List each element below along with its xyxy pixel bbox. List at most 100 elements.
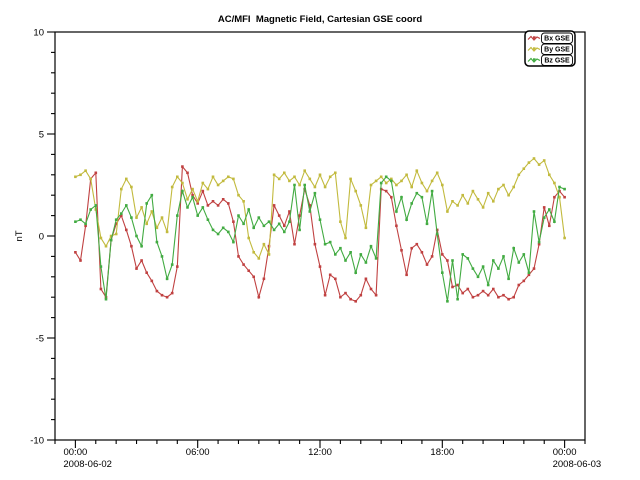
data-point-marker: [410, 247, 413, 250]
data-point-marker: [523, 253, 526, 256]
data-point-marker: [89, 208, 92, 211]
data-point-marker: [288, 220, 291, 223]
data-point-marker: [502, 294, 505, 297]
data-point-marker: [431, 255, 434, 258]
data-point-marker: [258, 257, 261, 260]
plot-box: [55, 32, 585, 440]
data-point-marker: [487, 294, 490, 297]
data-point-marker: [523, 280, 526, 283]
data-point-marker: [512, 186, 515, 189]
data-series: [74, 157, 566, 302]
data-point-marker: [400, 180, 403, 183]
data-point-marker: [426, 223, 429, 226]
data-point-marker: [548, 208, 551, 211]
data-point-marker: [344, 237, 347, 240]
data-point-marker: [89, 178, 92, 181]
bx-gse-markers: [74, 165, 566, 302]
data-point-marker: [232, 178, 235, 181]
data-point-marker: [497, 296, 500, 299]
data-point-marker: [324, 243, 327, 246]
data-point-marker: [151, 210, 154, 213]
data-point-marker: [502, 255, 505, 258]
data-point-marker: [467, 257, 470, 260]
data-point-marker: [95, 204, 98, 207]
data-point-marker: [492, 288, 495, 291]
data-point-marker: [477, 294, 480, 297]
data-point-marker: [222, 227, 225, 230]
data-point-marker: [212, 176, 215, 179]
data-point-marker: [518, 284, 521, 287]
data-point-marker: [196, 214, 199, 217]
data-point-marker: [451, 200, 454, 203]
data-point-marker: [176, 265, 179, 268]
data-point-marker: [497, 188, 500, 191]
data-point-marker: [212, 229, 215, 232]
data-point-marker: [390, 180, 393, 183]
y-tick-label: 10: [33, 28, 44, 39]
data-point-marker: [283, 231, 286, 234]
data-point-marker: [518, 261, 521, 264]
legend-marker-by-gse: [533, 47, 536, 50]
data-point-marker: [518, 174, 521, 177]
x-tick-label: 18:00: [430, 447, 454, 458]
data-point-marker: [446, 259, 449, 262]
data-point-marker: [130, 245, 133, 248]
x-tick-label: 00:00: [63, 447, 87, 458]
data-point-marker: [298, 214, 301, 217]
data-point-marker: [79, 218, 82, 221]
data-point-marker: [186, 206, 189, 209]
data-point-marker: [125, 178, 128, 181]
data-point-marker: [334, 278, 337, 281]
data-point-marker: [385, 182, 388, 185]
bx-gse-line: [75, 167, 564, 302]
data-point-marker: [538, 163, 541, 166]
magnetic-field-chart: AC/MFI Magnetic Field, Cartesian GSE coo…: [0, 0, 640, 480]
data-point-marker: [176, 214, 179, 217]
x-tick-label: 12:00: [308, 447, 332, 458]
data-point-marker: [115, 218, 118, 221]
data-point-marker: [74, 176, 77, 179]
data-point-marker: [543, 206, 546, 209]
bz-gse-markers: [74, 176, 566, 303]
data-point-marker: [477, 198, 480, 201]
data-point-marker: [166, 278, 169, 281]
data-point-marker: [227, 202, 230, 205]
data-point-marker: [268, 220, 271, 223]
data-point-marker: [553, 196, 556, 199]
chart-title: AC/MFI Magnetic Field, Cartesian GSE coo…: [218, 14, 422, 25]
x-date-label: 2008-06-03: [553, 459, 602, 470]
data-point-marker: [538, 241, 541, 244]
data-point-marker: [523, 167, 526, 170]
data-point-marker: [166, 231, 169, 234]
data-point-marker: [166, 296, 169, 299]
data-point-marker: [436, 172, 439, 175]
data-point-marker: [395, 210, 398, 213]
data-point-marker: [375, 257, 378, 260]
data-point-marker: [135, 216, 138, 219]
data-point-marker: [100, 237, 103, 240]
data-point-marker: [258, 216, 261, 219]
data-point-marker: [416, 243, 419, 246]
data-point-marker: [242, 223, 245, 226]
data-point-marker: [512, 247, 515, 250]
data-point-marker: [380, 182, 383, 185]
data-point-marker: [482, 265, 485, 268]
data-point-marker: [309, 210, 312, 213]
data-point-marker: [314, 192, 317, 195]
data-point-marker: [156, 241, 159, 244]
data-point-marker: [375, 294, 378, 297]
data-point-marker: [395, 184, 398, 187]
data-point-marker: [441, 253, 444, 256]
data-point-marker: [222, 198, 225, 201]
data-point-marker: [237, 214, 240, 217]
data-point-marker: [339, 296, 342, 299]
data-point-marker: [349, 298, 352, 301]
legend: Bx GSEBy GSEBz GSE: [525, 31, 575, 66]
data-point-marker: [196, 200, 199, 203]
data-point-marker: [247, 208, 250, 211]
data-point-marker: [349, 251, 352, 254]
data-point-marker: [431, 190, 434, 193]
data-point-marker: [263, 278, 266, 281]
data-point-marker: [181, 182, 184, 185]
data-point-marker: [497, 267, 500, 270]
